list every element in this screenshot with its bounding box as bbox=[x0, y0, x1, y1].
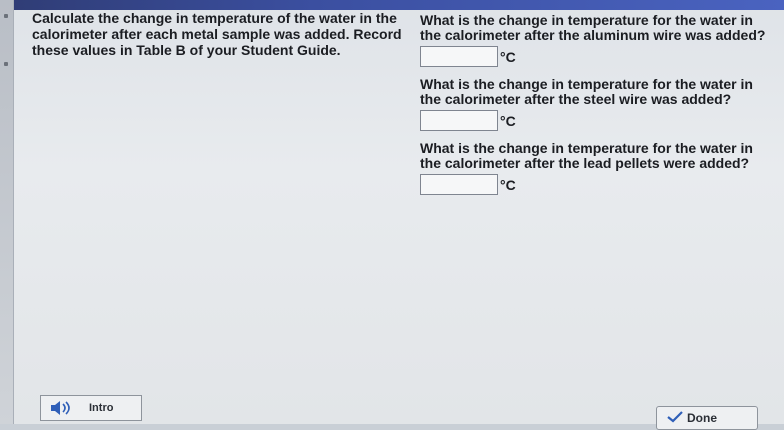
top-bar bbox=[0, 0, 784, 10]
unit-label: °C bbox=[500, 48, 516, 65]
answer-row: °C bbox=[420, 174, 770, 195]
left-rail bbox=[0, 0, 14, 424]
intro-button[interactable]: Intro bbox=[40, 395, 142, 421]
unit-label: °C bbox=[500, 176, 516, 193]
answer-row: °C bbox=[420, 46, 770, 67]
answer-row: °C bbox=[420, 110, 770, 131]
question-aluminum: What is the change in temperature for th… bbox=[420, 13, 770, 67]
lead-answer-input[interactable] bbox=[420, 174, 498, 195]
check-icon bbox=[667, 411, 683, 423]
questions-column: What is the change in temperature for th… bbox=[420, 13, 770, 205]
steel-answer-input[interactable] bbox=[420, 110, 498, 131]
done-button[interactable]: Done bbox=[656, 406, 758, 430]
question-steel: What is the change in temperature for th… bbox=[420, 77, 770, 131]
question-lead: What is the change in temperature for th… bbox=[420, 141, 770, 195]
intro-label: Intro bbox=[89, 402, 114, 414]
unit-label: °C bbox=[500, 112, 516, 129]
rail-mark bbox=[4, 14, 8, 18]
done-label: Done bbox=[687, 411, 717, 425]
question-text: What is the change in temperature for th… bbox=[420, 140, 753, 171]
question-text: What is the change in temperature for th… bbox=[420, 12, 766, 43]
rail-mark bbox=[4, 62, 8, 66]
speaker-icon bbox=[51, 401, 70, 415]
content-frame: Calculate the change in temperature of t… bbox=[0, 0, 784, 430]
instructions-text: Calculate the change in temperature of t… bbox=[32, 10, 402, 58]
question-text: What is the change in temperature for th… bbox=[420, 76, 753, 107]
aluminum-answer-input[interactable] bbox=[420, 46, 498, 67]
